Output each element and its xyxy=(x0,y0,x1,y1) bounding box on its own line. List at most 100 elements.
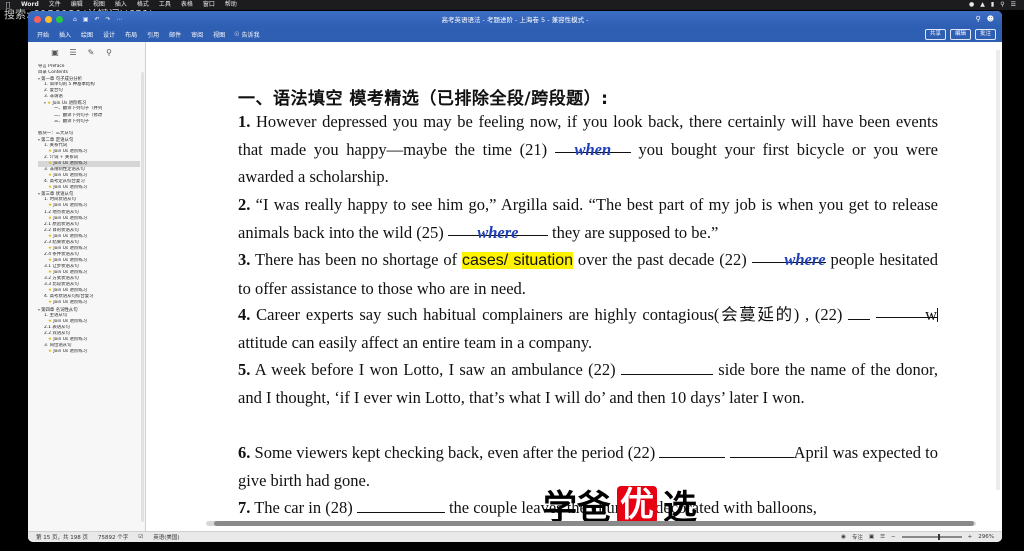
zoom-slider-thumb[interactable] xyxy=(937,534,940,540)
tell-me-label: 告诉我 xyxy=(241,32,260,39)
nav-item-label: 1. 简单句的 5 种基本结构 xyxy=(44,82,95,88)
nav-item-label: 2.2 宾语从句 xyxy=(44,330,70,336)
search-icon[interactable]: ⚲ xyxy=(1000,0,1004,10)
question-5: 5. A week before I won Lotto, I saw an a… xyxy=(238,356,938,411)
thumbnails-icon[interactable]: ▣ xyxy=(50,47,60,57)
zoom-level[interactable]: 296% xyxy=(978,534,994,540)
outline-icon[interactable]: ☰ xyxy=(68,47,78,57)
tab-mailings[interactable]: 邮件 xyxy=(164,30,186,39)
question-text: Some viewers kept checking back, even af… xyxy=(250,443,660,462)
tab-draw[interactable]: 绘图 xyxy=(76,30,98,39)
nav-item-label: 板块一：三大从句 xyxy=(38,130,74,136)
answer-blank-typing[interactable]: w xyxy=(876,301,939,324)
account-icon[interactable]: ☻ xyxy=(987,15,994,23)
menu-help[interactable]: 帮助 xyxy=(220,0,242,10)
headings-icon[interactable]: ✎ xyxy=(86,47,96,57)
zoom-out-button[interactable]: − xyxy=(891,534,896,540)
nav-item-label: Join Us 进阶练习 xyxy=(53,300,88,306)
nav-scrollbar[interactable] xyxy=(141,72,144,522)
question-3: 3. There has been no shortage of cases/ … xyxy=(238,246,938,302)
answer-blank[interactable]: when xyxy=(554,136,631,159)
nav-item-label: 二、翻译下列句子（修改 xyxy=(54,112,103,118)
page-count[interactable]: 第 15 页，共 198 页 xyxy=(36,533,88,541)
nav-item-label: 2.2 目的状语从句 xyxy=(44,227,79,233)
nav-item-label: 3.3 比较状语从句 xyxy=(44,282,79,288)
search-doc-icon[interactable]: ⚲ xyxy=(976,15,981,23)
answer-blank[interactable] xyxy=(659,441,726,458)
answer-blank[interactable]: where xyxy=(447,219,548,242)
nav-item-label: 2. 介词 + 关系词 xyxy=(44,154,79,160)
nav-item-label: 3. 非谓语 xyxy=(44,94,63,100)
focus-icon[interactable]: ◉ xyxy=(841,534,846,540)
question-number: 5. xyxy=(238,360,251,379)
answer-blank[interactable]: where xyxy=(751,246,826,269)
zoom-button[interactable] xyxy=(56,15,63,23)
menu-tools[interactable]: 工具 xyxy=(154,0,176,10)
tab-insert[interactable]: 插入 xyxy=(54,30,76,39)
menu-table[interactable]: 表格 xyxy=(176,0,198,10)
tab-view[interactable]: 视图 xyxy=(208,30,230,39)
tab-review[interactable]: 审阅 xyxy=(186,30,208,39)
nav-item[interactable]: ★ Join Us 进阶练习 xyxy=(38,349,140,355)
share-button[interactable]: 共享 xyxy=(924,29,946,40)
comments-button[interactable]: 批注 xyxy=(974,29,996,40)
tab-home[interactable]: 开始 xyxy=(32,30,54,39)
close-button[interactable] xyxy=(34,15,41,23)
nav-item-label: Join Us 进阶练习 xyxy=(53,185,88,191)
more-icon[interactable]: ⋯ xyxy=(117,16,123,23)
undo-icon[interactable]: ↶ xyxy=(94,16,99,23)
battery-icon[interactable]: ▮ xyxy=(991,0,994,10)
focus-label[interactable]: 专注 xyxy=(852,533,863,541)
horizontal-scrollbar[interactable] xyxy=(206,521,976,526)
control-center-icon[interactable]: ☰ xyxy=(1011,0,1016,10)
zoom-slider[interactable] xyxy=(901,534,962,540)
tell-me[interactable]: ☉ 告诉我 xyxy=(234,30,259,39)
zoom-in-button[interactable]: + xyxy=(968,534,973,540)
navigation-pane: ▣ ☰ ✎ ⚲ 导言 Preface 目录 Contents ▾ 第一章 句子成分分… xyxy=(28,42,146,531)
tab-design[interactable]: 设计 xyxy=(98,30,120,39)
proofing-icon[interactable]: ☑ xyxy=(138,534,143,540)
nav-item-label: Join Us 进阶练习 xyxy=(53,161,88,166)
status-icon[interactable]: ● xyxy=(969,0,974,10)
print-layout-icon[interactable]: ▣ xyxy=(869,534,874,540)
nav-item-label: 3. 同位语从句 xyxy=(44,342,72,348)
nav-item-label: 4. 高考定从综合复习 xyxy=(44,179,85,185)
nav-outline-list: 导言 Preface 目录 Contents ▾ 第一章 句子成分分析 1. 简单句的… xyxy=(28,64,140,529)
tab-references[interactable]: 引用 xyxy=(142,30,164,39)
nav-item-label: 2.4 条件状语从句 xyxy=(44,251,79,257)
question-number: 6. xyxy=(238,443,251,462)
word-window: ⌂ ▣ ↶ ↷ ⋯ 高考英语语法 - 考题进阶 - 上海卷 5 - 兼容性模式 … xyxy=(28,11,1002,542)
answer-blank[interactable] xyxy=(620,358,713,375)
nav-item-label: Join Us 进阶练习 xyxy=(53,203,88,209)
status-bar: 第 15 页，共 198 页 75892 个字 ☑ 英语(美国) ◉ 专注 ▣ … xyxy=(28,531,1002,542)
horizontal-scroll-thumb[interactable] xyxy=(214,521,974,526)
language[interactable]: 英语(美国) xyxy=(153,533,179,541)
nav-item-label: 1. 关系代词 xyxy=(44,142,68,148)
question-number: 4. xyxy=(238,305,251,324)
nav-item-label: Join Us 进阶练习 xyxy=(53,233,88,239)
nav-item-label: 4. 高考状语从句综合复习 xyxy=(44,294,94,300)
save-icon[interactable]: ▣ xyxy=(83,16,89,23)
answer-blank[interactable] xyxy=(848,303,871,320)
home-icon[interactable]: ⌂ xyxy=(73,16,77,23)
tab-layout[interactable]: 布局 xyxy=(120,30,142,39)
word-count[interactable]: 75892 个字 xyxy=(98,533,128,541)
search-icon[interactable]: ⚲ xyxy=(104,47,114,57)
wifi-icon[interactable]: ▲ xyxy=(980,0,985,10)
menu-window[interactable]: 窗口 xyxy=(198,0,220,10)
nav-item-label: 2.1 表语从句 xyxy=(44,324,70,330)
answer-blank[interactable] xyxy=(356,496,445,513)
nav-item-label: 2. 复合句 xyxy=(44,88,63,94)
minimize-button[interactable] xyxy=(45,15,52,23)
redo-icon[interactable]: ↷ xyxy=(106,16,111,23)
nav-item-label: Join Us 进阶练习 xyxy=(53,270,88,276)
web-layout-icon[interactable]: ☰ xyxy=(880,534,885,540)
answer-text: where xyxy=(477,222,519,242)
window-title: 高考英语语法 - 考题进阶 - 上海卷 5 - 兼容性模式 - xyxy=(441,16,589,24)
nav-item-label: 目录 Contents xyxy=(38,70,68,76)
nav-item-label: 3. 非限制性定语从句 xyxy=(44,167,85,173)
question-number: 3. xyxy=(238,250,251,269)
answer-blank[interactable] xyxy=(729,441,794,458)
vertical-scrollbar[interactable] xyxy=(996,50,1000,490)
edit-button[interactable]: 编辑 xyxy=(949,29,971,40)
